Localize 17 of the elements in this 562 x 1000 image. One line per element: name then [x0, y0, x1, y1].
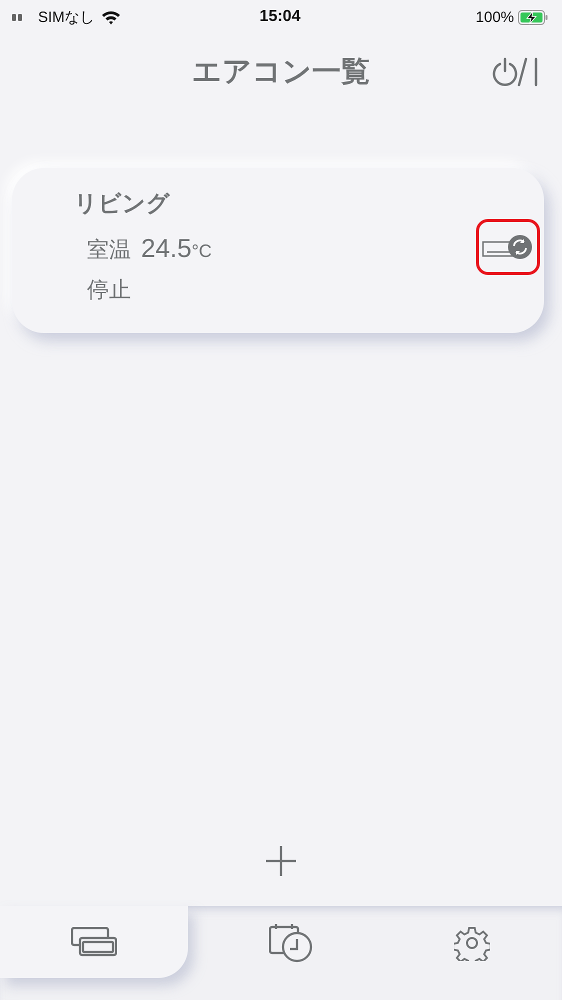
screen-title: エアコン一覧: [192, 55, 370, 90]
aircon-sync-icon[interactable]: [482, 234, 534, 260]
signal-icon: [12, 13, 24, 21]
aircon-name: リビング: [74, 189, 171, 218]
settings-icon: [454, 925, 490, 961]
calendar-clock-icon: [268, 923, 312, 963]
battery-percent: 100%: [476, 8, 514, 26]
aircon-units-icon: [71, 927, 117, 957]
tab[interactable]: [0, 906, 188, 978]
carrier-label: SIMなし: [38, 8, 95, 26]
clock-time: 15:04: [260, 8, 300, 26]
room-temp-value: 24.5°C: [141, 233, 212, 264]
aircon-card[interactable]: リビング 室温 24.5°C 停止: [12, 168, 544, 333]
operation-status: 停止: [86, 276, 132, 304]
room-temp-label: 室温: [87, 236, 131, 264]
battery-charging-icon: [518, 10, 548, 24]
wifi-icon: [100, 10, 121, 24]
